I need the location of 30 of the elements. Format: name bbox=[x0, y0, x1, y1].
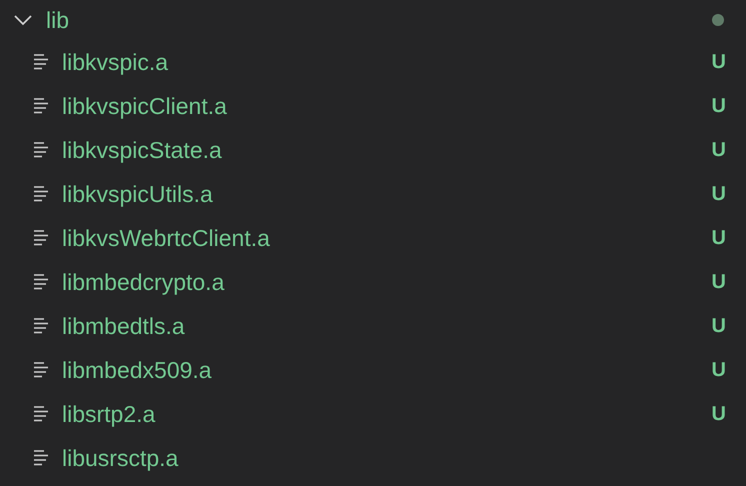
file-name[interactable]: libmbedcrypto.a bbox=[62, 268, 224, 296]
file-lines-icon bbox=[33, 229, 51, 247]
file-lines-icon bbox=[33, 449, 51, 467]
file-name[interactable]: libmbedtls.a bbox=[62, 312, 185, 340]
file-name[interactable]: libkvspicClient.a bbox=[62, 92, 227, 120]
file-name[interactable]: libkvspicUtils.a bbox=[62, 180, 213, 208]
file-lines-icon bbox=[33, 53, 51, 71]
file-lines-icon bbox=[33, 141, 51, 159]
file-lines-icon bbox=[33, 185, 51, 203]
git-status: U bbox=[712, 182, 726, 206]
file-name[interactable]: libusrsctp.a bbox=[62, 444, 178, 472]
git-status: U bbox=[712, 314, 726, 338]
file-lines-icon bbox=[33, 317, 51, 335]
git-status: U bbox=[712, 50, 726, 74]
git-status: U bbox=[712, 226, 726, 250]
file-name[interactable]: libkvspicState.a bbox=[62, 136, 222, 164]
folder-name[interactable]: lib bbox=[46, 6, 70, 34]
file-name[interactable]: libmbedx509.a bbox=[62, 356, 212, 384]
git-status: U bbox=[712, 402, 726, 426]
git-status: U bbox=[712, 270, 726, 294]
file-lines-icon bbox=[33, 405, 51, 423]
file-lines-icon bbox=[33, 97, 51, 115]
file-name[interactable]: libkvsWebrtcClient.a bbox=[62, 224, 270, 252]
file-lines-icon bbox=[33, 273, 51, 291]
file-name[interactable]: libsrtp2.a bbox=[62, 400, 156, 428]
file-name[interactable]: libkvspic.a bbox=[62, 48, 168, 76]
file-lines-icon bbox=[33, 361, 51, 379]
git-status: U bbox=[712, 358, 726, 382]
git-status: U bbox=[712, 94, 726, 118]
git-status: U bbox=[712, 138, 726, 162]
